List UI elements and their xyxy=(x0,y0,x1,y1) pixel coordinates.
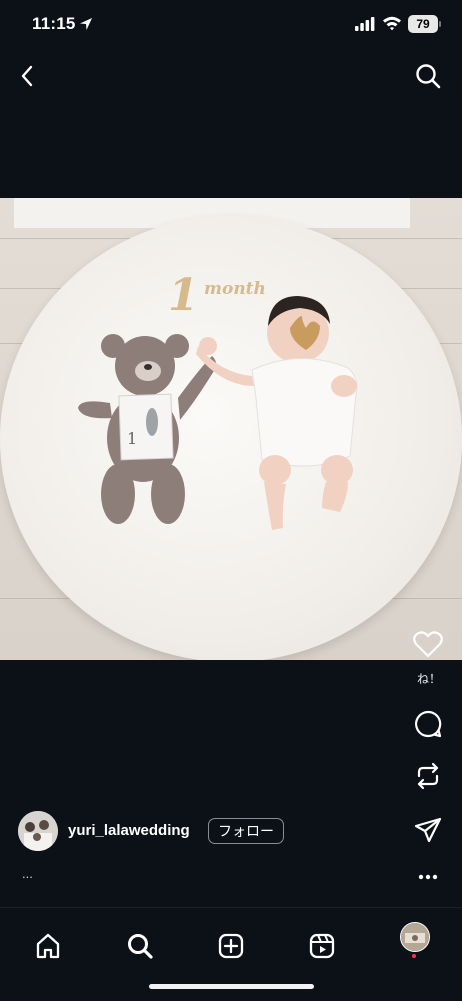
avatar-photo xyxy=(18,811,58,851)
follow-button[interactable]: フォロー xyxy=(208,818,284,844)
wifi-icon xyxy=(383,16,401,31)
repost-icon xyxy=(417,762,439,790)
caption-more[interactable]: ... xyxy=(22,866,33,881)
reels-icon xyxy=(309,933,335,959)
post-photo[interactable]: 1 month 1 xyxy=(0,198,462,660)
status-time: 11:15 xyxy=(32,14,76,33)
repost-button[interactable] xyxy=(410,758,446,794)
plus-square-icon xyxy=(218,933,244,959)
share-button[interactable] xyxy=(410,812,446,848)
location-arrow-icon xyxy=(80,18,92,30)
user-avatar[interactable] xyxy=(18,811,58,851)
footprint-card: 1 xyxy=(118,393,174,461)
wooden-word: month xyxy=(204,279,266,299)
comment-icon xyxy=(415,710,442,738)
search-icon xyxy=(128,934,153,959)
like-count-label: ね！ xyxy=(416,672,441,686)
chevron-left-icon xyxy=(21,65,33,87)
back-button[interactable] xyxy=(12,60,42,92)
send-icon xyxy=(414,817,442,843)
photo-scene: 1 month 1 xyxy=(78,270,358,530)
nav-home[interactable] xyxy=(30,928,66,964)
nav-create[interactable] xyxy=(213,928,249,964)
search-button[interactable] xyxy=(410,58,446,94)
nav-profile-avatar[interactable] xyxy=(400,922,430,952)
battery-level: 79 xyxy=(416,17,430,31)
more-icon xyxy=(418,874,438,880)
nav-search[interactable] xyxy=(122,928,158,964)
nav-reels[interactable] xyxy=(304,928,340,964)
like-button[interactable] xyxy=(410,626,446,662)
cellular-signal-icon xyxy=(355,17,375,31)
more-options-button[interactable] xyxy=(414,865,442,889)
comment-button[interactable] xyxy=(410,706,446,742)
home-icon xyxy=(36,933,60,959)
card-number: 1 xyxy=(127,429,137,448)
battery-cap xyxy=(439,21,441,27)
profile-photo xyxy=(401,923,429,951)
search-icon xyxy=(416,64,441,89)
notification-dot xyxy=(412,954,416,958)
wooden-number: 1 xyxy=(168,270,199,321)
baby xyxy=(196,296,358,530)
battery-indicator: 79 xyxy=(408,15,438,33)
home-indicator[interactable] xyxy=(149,984,314,989)
heart-icon xyxy=(413,631,443,658)
username[interactable]: yuri_lalawedding xyxy=(68,822,190,839)
